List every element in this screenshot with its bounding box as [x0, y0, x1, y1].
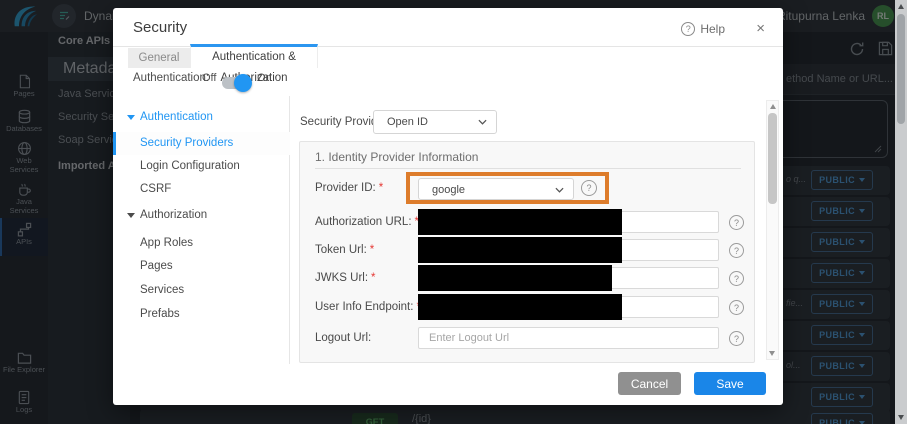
- redacted-value: [418, 294, 622, 320]
- triangle-down-icon: [127, 115, 135, 120]
- scroll-down-arrow-icon[interactable]: [769, 351, 775, 356]
- triangle-down-icon: [127, 213, 135, 218]
- provider-id-select[interactable]: google: [418, 178, 574, 200]
- redacted-value: [418, 209, 622, 235]
- logout-url-input[interactable]: [418, 327, 719, 349]
- nav-item-services[interactable]: Services: [113, 279, 290, 302]
- authentication-toggle-label: Authentication:: [133, 72, 209, 84]
- selected-value: google: [432, 179, 465, 201]
- save-button[interactable]: Save: [694, 372, 766, 395]
- nav-item-login-configuration[interactable]: Login Configuration: [113, 155, 290, 178]
- tab-general[interactable]: General: [128, 48, 190, 68]
- dialog-title: Security: [133, 19, 187, 36]
- toggle-on-label: On: [257, 72, 272, 84]
- question-icon[interactable]: ?: [581, 180, 597, 196]
- redacted-value: [418, 265, 612, 291]
- scroll-up-arrow-icon[interactable]: [770, 104, 776, 109]
- chevron-down-icon: [555, 187, 564, 193]
- question-icon[interactable]: ?: [729, 331, 744, 346]
- logout-url-label: Logout Url:: [315, 332, 371, 344]
- question-icon[interactable]: ?: [729, 243, 744, 258]
- cancel-button[interactable]: Cancel: [618, 372, 681, 395]
- tab-authentication-authorization[interactable]: Authentication & Authorization: [190, 44, 318, 68]
- nav-item-app-roles[interactable]: App Roles: [113, 232, 290, 255]
- page-scrollbar[interactable]: [895, 0, 907, 424]
- toggle-off-label: Off: [202, 72, 216, 84]
- nav-group-authorization[interactable]: Authorization: [113, 204, 290, 227]
- dialog-sidebar: Authentication Security Providers Login …: [113, 96, 290, 364]
- dialog-scrollbar[interactable]: [766, 100, 779, 360]
- screen: Dynamic Ritupurna Lenka RL Pages Databas…: [0, 0, 907, 424]
- toggle-knob[interactable]: [234, 74, 252, 92]
- help-label: Help: [700, 22, 725, 36]
- section-title: 1. Identity Provider Information: [315, 150, 478, 164]
- chevron-down-icon: [478, 119, 487, 125]
- nav-item-pages[interactable]: Pages: [113, 255, 290, 278]
- scroll-up-arrow-icon[interactable]: [898, 4, 904, 9]
- help-icon: ?: [681, 22, 695, 36]
- security-dialog: Security ? Help × General Authentication…: [113, 8, 783, 405]
- scroll-down-arrow-icon[interactable]: [898, 415, 904, 420]
- security-provider-select[interactable]: Open ID: [373, 110, 497, 134]
- nav-item-security-providers[interactable]: Security Providers: [113, 132, 290, 155]
- identity-provider-section: 1. Identity Provider Information Provide…: [299, 141, 755, 363]
- selected-value: Open ID: [387, 111, 428, 133]
- close-icon[interactable]: ×: [756, 20, 765, 37]
- question-icon[interactable]: ?: [729, 300, 744, 315]
- nav-group-authentication[interactable]: Authentication: [113, 106, 290, 129]
- question-icon[interactable]: ?: [729, 271, 744, 286]
- jwks-url-label: JWKS Url:*: [315, 272, 376, 284]
- divider: [315, 168, 741, 169]
- redacted-value: [418, 237, 622, 263]
- nav-item-csrf[interactable]: CSRF: [113, 178, 290, 201]
- scrollbar-thumb[interactable]: [897, 14, 905, 124]
- scrollbar-thumb[interactable]: [768, 113, 777, 204]
- nav-item-prefabs[interactable]: Prefabs: [113, 303, 290, 326]
- authorization-url-label: Authorization URL:*: [315, 216, 419, 228]
- question-icon[interactable]: ?: [729, 215, 744, 230]
- user-info-endpoint-label: User Info Endpoint:*: [315, 301, 421, 313]
- token-url-label: Token Url:*: [315, 244, 374, 256]
- provider-id-label: Provider ID:*: [315, 182, 383, 194]
- help-button[interactable]: ? Help: [681, 22, 725, 36]
